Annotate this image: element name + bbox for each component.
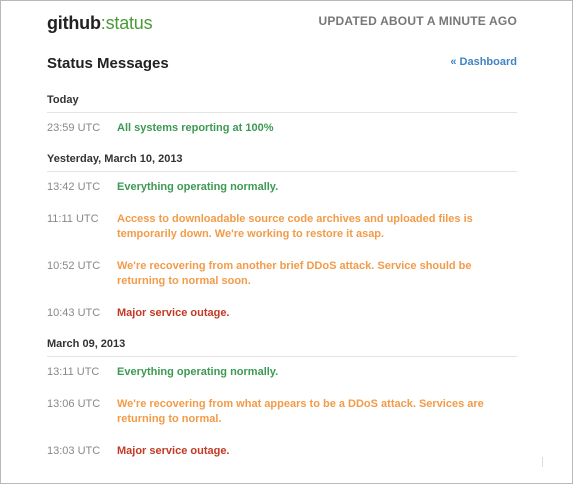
message-text-good: Everything operating normally. [117, 181, 279, 193]
day-heading: March 09, 2013 [47, 338, 517, 357]
message-time: 10:52 UTC [47, 260, 101, 272]
message-time: 13:03 UTC [47, 445, 101, 457]
status-message-row: 10:52 UTC We're recovering from another b… [47, 259, 517, 289]
logo-main: github [47, 13, 101, 33]
day-group: Today 23:59 UTC All systems reporting at 1… [47, 94, 517, 136]
scrollbar-mark [542, 457, 543, 467]
status-message-row: 13:11 UTC Everything operating normally. [47, 365, 517, 380]
message-time: 13:42 UTC [47, 181, 101, 193]
message-text-major: Major service outage. [117, 445, 230, 457]
message-text-major: Major service outage. [117, 307, 230, 319]
message-time: 13:11 UTC [47, 366, 100, 378]
github-status-logo[interactable]: github:status [47, 11, 153, 35]
browser-page: github:status UPDATED ABOUT A MINUTE AGO… [0, 0, 573, 484]
header: github:status UPDATED ABOUT A MINUTE AGO [47, 11, 517, 35]
message-text-minor: We're recovering from another brief DDoS… [117, 260, 472, 287]
logo-sub: status [105, 13, 153, 33]
message-time: 10:43 UTC [47, 307, 101, 319]
dashboard-link[interactable]: « Dashboard [450, 56, 517, 68]
status-message-row: 13:06 UTC We're recovering from what appe… [47, 397, 517, 427]
status-message-row: 23:59 UTC All systems reporting at 100% [47, 121, 517, 136]
status-message-row: 13:03 UTC Major service outage. [47, 444, 517, 459]
message-time: 13:06 UTC [47, 398, 101, 410]
day-heading: Today [47, 94, 517, 113]
status-messages-list: Today 23:59 UTC All systems reporting at 1… [47, 94, 517, 476]
status-message-row: 10:43 UTC Major service outage. [47, 306, 517, 321]
day-group: Yesterday, March 10, 2013 13:42 UTC Everyt… [47, 153, 517, 321]
day-heading: Yesterday, March 10, 2013 [47, 153, 517, 172]
title-row: Status Messages « Dashboard [47, 55, 517, 77]
message-text-minor: Access to downloadable source code archi… [117, 213, 473, 240]
message-text-minor: We're recovering from what appears to be… [117, 398, 484, 425]
day-group: March 09, 2013 13:11 UTC Everything operat… [47, 338, 517, 459]
status-message-row: 11:11 UTC Access to downloadable source c… [47, 212, 517, 242]
message-text-good: Everything operating normally. [117, 366, 279, 378]
page-title: Status Messages [47, 55, 169, 72]
message-time: 11:11 UTC [47, 213, 99, 225]
message-time: 23:59 UTC [47, 122, 101, 134]
message-text-good: All systems reporting at 100% [117, 122, 274, 134]
status-message-row: 13:42 UTC Everything operating normally. [47, 180, 517, 195]
last-updated-text: UPDATED ABOUT A MINUTE AGO [318, 14, 517, 28]
